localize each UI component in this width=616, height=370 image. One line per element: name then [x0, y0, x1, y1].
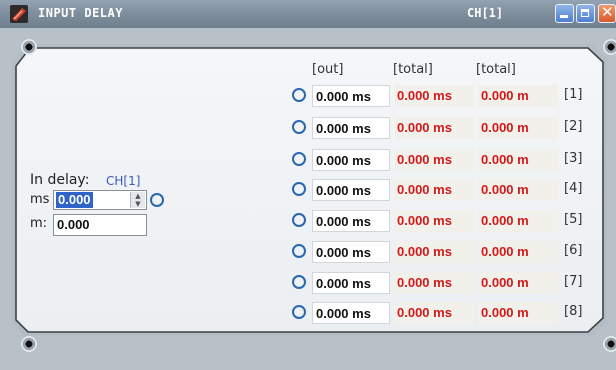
- channel-label: [1]: [564, 87, 583, 102]
- channel-label: [8]: [564, 304, 583, 319]
- channel-row-6: 0.000 ms 0.000 ms 0.000 m [6]: [292, 241, 592, 263]
- total-delay-m: 0.000 m: [478, 85, 558, 107]
- out-delay-field[interactable]: 0.000 ms: [312, 85, 390, 107]
- total-delay-m: 0.000 m: [478, 179, 558, 201]
- out-delay-field[interactable]: 0.000 ms: [312, 210, 390, 232]
- out-delay-field[interactable]: 0.000 ms: [312, 117, 390, 139]
- total-delay-ms: 0.000 ms: [394, 272, 474, 294]
- screw-top-right: [603, 39, 616, 55]
- total-delay-m: 0.000 m: [478, 149, 558, 171]
- total-delay-ms: 0.000 ms: [394, 179, 474, 201]
- header-total-ms: [total]: [393, 62, 433, 77]
- spinner-arrows-icon[interactable]: ▲ ▼: [130, 192, 145, 208]
- channel-radio-2[interactable]: [292, 120, 306, 134]
- total-delay-m: 0.000 m: [478, 117, 558, 139]
- total-delay-ms: 0.000 ms: [394, 302, 474, 324]
- channel-row-7: 0.000 ms 0.000 ms 0.000 m [7]: [292, 272, 592, 294]
- channel-radio-1[interactable]: [292, 88, 306, 102]
- in-delay-ms-input[interactable]: 0.000 ▲ ▼: [53, 190, 147, 210]
- in-delay-ms-value[interactable]: 0.000: [56, 192, 93, 208]
- total-delay-ms: 0.000 ms: [394, 210, 474, 232]
- channel-radio-4[interactable]: [292, 182, 306, 196]
- total-delay-m: 0.000 m: [478, 241, 558, 263]
- channel-row-3: 0.000 ms 0.000 ms 0.000 m [3]: [292, 149, 592, 171]
- out-delay-field[interactable]: 0.000 ms: [312, 179, 390, 201]
- screw-bottom-right: [603, 336, 616, 352]
- header-total-m: [total]: [476, 62, 516, 77]
- header-out: [out]: [312, 62, 344, 77]
- total-delay-ms: 0.000 ms: [394, 149, 474, 171]
- channel-radio-3[interactable]: [292, 152, 306, 166]
- total-delay-m: 0.000 m: [478, 210, 558, 232]
- total-delay-m: 0.000 m: [478, 302, 558, 324]
- channel-label: [3]: [564, 151, 583, 166]
- channel-row-1: 0.000 ms 0.000 ms 0.000 m [1]: [292, 85, 592, 107]
- channel-radio-6[interactable]: [292, 244, 306, 258]
- channel-label: [2]: [564, 119, 583, 134]
- ms-label: ms: [30, 192, 50, 207]
- channel-radio-7[interactable]: [292, 275, 306, 289]
- channel-label: [5]: [564, 212, 583, 227]
- total-delay-ms: 0.000 ms: [394, 85, 474, 107]
- channel-radio-5[interactable]: [292, 213, 306, 227]
- total-delay-ms: 0.000 ms: [394, 117, 474, 139]
- channel-radio-8[interactable]: [292, 305, 306, 319]
- channel-row-8: 0.000 ms 0.000 ms 0.000 m [8]: [292, 302, 592, 324]
- channel-label: [4]: [564, 181, 583, 196]
- out-delay-field[interactable]: 0.000 ms: [312, 272, 390, 294]
- in-delay-channel: CH[1]: [106, 174, 141, 188]
- in-delay-m-input[interactable]: 0.000: [53, 214, 147, 236]
- channel-row-4: 0.000 ms 0.000 ms 0.000 m [4]: [292, 179, 592, 201]
- out-delay-field[interactable]: 0.000 ms: [312, 302, 390, 324]
- total-delay-ms: 0.000 ms: [394, 241, 474, 263]
- channel-row-2: 0.000 ms 0.000 ms 0.000 m [2]: [292, 117, 592, 139]
- total-delay-m: 0.000 m: [478, 272, 558, 294]
- screw-bottom-left: [21, 336, 37, 352]
- in-delay-label: In delay:: [30, 172, 90, 188]
- channel-label: [6]: [564, 243, 583, 258]
- m-label: m:: [30, 216, 48, 231]
- out-delay-field[interactable]: 0.000 ms: [312, 241, 390, 263]
- in-delay-ms-radio[interactable]: [150, 193, 164, 207]
- out-delay-field[interactable]: 0.000 ms: [312, 149, 390, 171]
- screw-top-left: [21, 39, 37, 55]
- channel-label: [7]: [564, 274, 583, 289]
- channel-row-5: 0.000 ms 0.000 ms 0.000 m [5]: [292, 210, 592, 232]
